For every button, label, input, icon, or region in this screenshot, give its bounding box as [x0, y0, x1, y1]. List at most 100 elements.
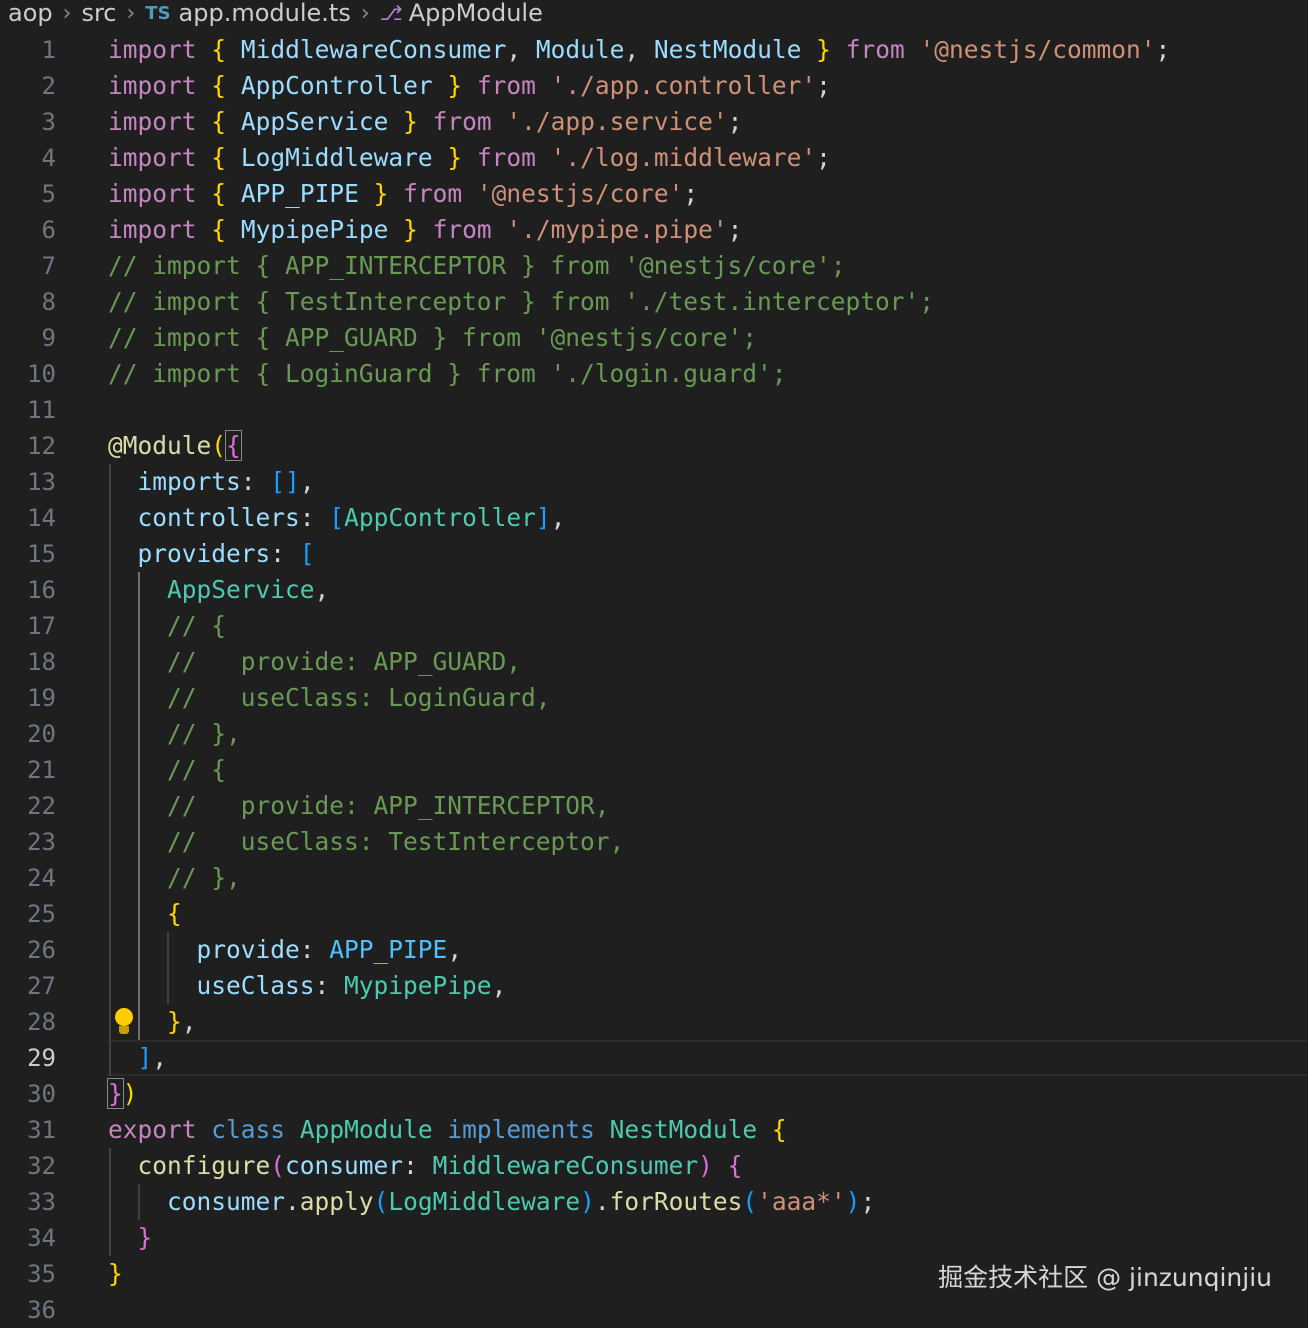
code-token: './app.controller' — [550, 71, 817, 100]
code-token: import — [108, 179, 197, 208]
code-token: ; — [727, 215, 743, 244]
breadcrumb-item-file[interactable]: TS app.module.ts — [137, 0, 359, 27]
code-token: import — [108, 71, 197, 100]
code-line[interactable]: 16 AppService, — [0, 572, 1308, 608]
code-line[interactable]: 21 // { — [0, 752, 1308, 788]
code-token: { — [211, 71, 227, 100]
code-line[interactable]: 11 — [0, 392, 1308, 428]
code-line[interactable]: 10 // import { LoginGuard } from './login… — [0, 356, 1308, 392]
breadcrumb-item-src[interactable]: src — [73, 0, 124, 27]
code-token: [] — [270, 467, 300, 496]
line-code: // import { LoginGuard } from './login.g… — [108, 356, 787, 392]
typescript-file-icon: TS — [145, 2, 171, 24]
code-token: // import { TestInterceptor } from './te… — [108, 287, 935, 316]
line-code: configure(consumer: MiddlewareConsumer) … — [108, 1148, 743, 1184]
code-line[interactable]: 28 }, — [0, 1004, 1308, 1040]
code-line[interactable]: 34 } — [0, 1220, 1308, 1256]
code-line[interactable]: 32 configure(consumer: MiddlewareConsume… — [0, 1148, 1308, 1184]
line-number: 15 — [27, 540, 56, 568]
code-line[interactable]: 18 // provide: APP_GUARD, — [0, 644, 1308, 680]
code-line[interactable]: 33 consumer.apply(LogMiddleware).forRout… — [0, 1184, 1308, 1220]
code-token: { — [771, 1115, 787, 1144]
code-line[interactable]: 4 import { LogMiddleware } from './log.mi… — [0, 140, 1308, 176]
code-line[interactable]: 27 useClass: MypipePipe, — [0, 968, 1308, 1004]
code-token: APP_PIPE — [240, 179, 359, 208]
code-token: MypipePipe — [240, 215, 389, 244]
line-number: 29 — [27, 1044, 56, 1072]
code-token: consumer — [167, 1187, 286, 1216]
line-code: providers: [ — [108, 536, 315, 572]
code-token: from — [403, 179, 463, 208]
code-token: import — [108, 35, 197, 64]
code-token: 'aaa*' — [757, 1187, 846, 1216]
line-number: 3 — [41, 108, 56, 136]
line-code: // import { APP_GUARD } from '@nestjs/co… — [108, 320, 757, 356]
line-code: // }, — [108, 716, 241, 752]
code-line[interactable]: 12 @Module({ — [0, 428, 1308, 464]
breadcrumb-label: src — [81, 0, 117, 27]
line-number: 21 — [27, 756, 56, 784]
line-code: // import { TestInterceptor } from './te… — [108, 284, 934, 320]
line-code: ], — [108, 1040, 168, 1076]
code-line[interactable]: 2 import { AppController } from './app.co… — [0, 68, 1308, 104]
breadcrumb-item-aop[interactable]: aop — [0, 0, 61, 27]
code-token: from — [845, 35, 905, 64]
line-code: imports: [], — [108, 464, 315, 500]
code-token: } — [373, 179, 389, 208]
line-number: 28 — [27, 1008, 56, 1036]
code-token: , — [506, 35, 536, 64]
code-line[interactable]: 22 // provide: APP_INTERCEPTOR, — [0, 788, 1308, 824]
code-line[interactable]: 6 import { MypipePipe } from './mypipe.pi… — [0, 212, 1308, 248]
code-line[interactable]: 17 // { — [0, 608, 1308, 644]
code-line[interactable]: 29 ], — [0, 1040, 1308, 1076]
code-line[interactable]: 14 controllers: [AppController], — [0, 500, 1308, 536]
watermark: 掘金技术社区 @ jinzunqinjiu — [938, 1263, 1272, 1292]
code-line[interactable]: 23 // useClass: TestInterceptor, — [0, 824, 1308, 860]
code-line[interactable]: 25 { — [0, 896, 1308, 932]
code-line[interactable]: 8 // import { TestInterceptor } from './t… — [0, 284, 1308, 320]
line-number: 34 — [27, 1224, 56, 1252]
code-editor[interactable]: 1 import { MiddlewareConsumer, Module, Ne… — [0, 32, 1308, 1328]
line-number: 2 — [41, 72, 56, 100]
code-line[interactable]: 31 export class AppModule implements Nest… — [0, 1112, 1308, 1148]
code-line[interactable]: 15 providers: [ — [0, 536, 1308, 572]
code-line[interactable]: 7 // import { APP_INTERCEPTOR } from '@ne… — [0, 248, 1308, 284]
line-number: 32 — [27, 1152, 56, 1180]
line-code: consumer.apply(LogMiddleware).forRoutes(… — [108, 1184, 875, 1220]
code-token: . — [594, 1187, 610, 1216]
code-line[interactable]: 5 import { APP_PIPE } from '@nestjs/core'… — [0, 176, 1308, 212]
line-number: 22 — [27, 792, 56, 820]
line-number: 10 — [27, 360, 56, 388]
line-number: 31 — [27, 1116, 56, 1144]
code-line[interactable]: 9 // import { APP_GUARD } from '@nestjs/c… — [0, 320, 1308, 356]
line-number: 17 — [27, 612, 56, 640]
code-token: AppService — [167, 575, 315, 604]
code-token: apply — [299, 1187, 374, 1216]
code-token: } — [137, 1223, 153, 1252]
code-line[interactable]: 20 // }, — [0, 716, 1308, 752]
breadcrumb-item-symbol[interactable]: ⎇ AppModule — [372, 0, 551, 27]
code-token: // import { APP_INTERCEPTOR } from '@nes… — [108, 251, 846, 280]
code-line[interactable]: 30}) — [0, 1076, 1308, 1112]
code-token: './log.middleware' — [550, 143, 817, 172]
code-line[interactable]: 1 import { MiddlewareConsumer, Module, Ne… — [0, 32, 1308, 68]
code-token: : — [299, 935, 330, 964]
code-line[interactable]: 26 provide: APP_PIPE, — [0, 932, 1308, 968]
code-line[interactable]: 3 import { AppService } from './app.servi… — [0, 104, 1308, 140]
line-code: // provide: APP_GUARD, — [108, 644, 521, 680]
code-line[interactable]: 24 // }, — [0, 860, 1308, 896]
line-number: 23 — [27, 828, 56, 856]
code-line[interactable]: 13 imports: [], — [0, 464, 1308, 500]
code-line[interactable]: 36 — [0, 1292, 1308, 1328]
code-token: @Module — [108, 431, 212, 460]
code-line[interactable]: 19 // useClass: LoginGuard, — [0, 680, 1308, 716]
code-token: ; — [816, 143, 831, 172]
